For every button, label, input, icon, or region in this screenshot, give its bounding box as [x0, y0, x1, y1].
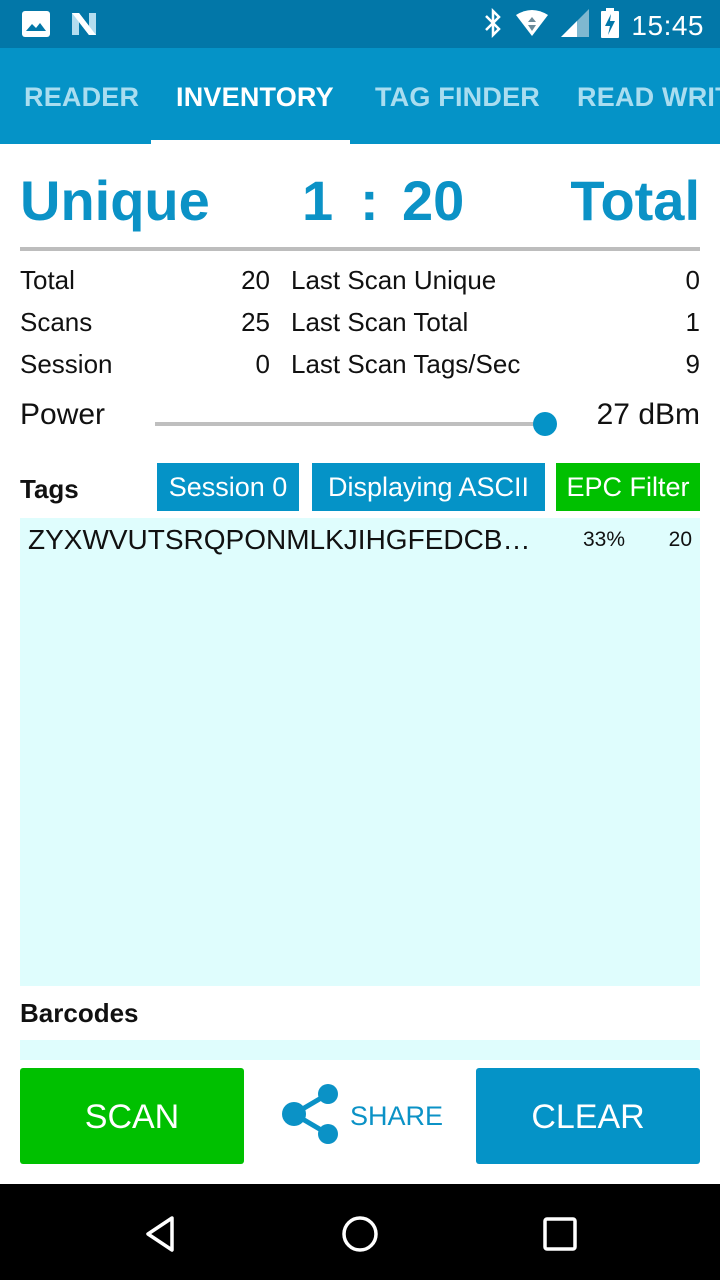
- unique-count: 1: [302, 169, 334, 232]
- cell-signal-icon: [561, 9, 590, 42]
- scan-button[interactable]: SCAN: [20, 1068, 244, 1164]
- home-button[interactable]: [338, 1212, 382, 1256]
- stat-session-value: 0: [255, 349, 270, 379]
- tab-bar: READER INVENTORY TAG FINDER READ WRITE: [0, 48, 720, 144]
- stat-session-label: Session: [20, 349, 113, 379]
- total-label: Total: [570, 169, 700, 232]
- stat-last-scan-unique-value: 0: [685, 265, 700, 295]
- power-slider[interactable]: [155, 410, 560, 438]
- wifi-icon: [515, 9, 549, 42]
- tag-percent: 33%: [583, 528, 626, 551]
- epc-filter-button[interactable]: EPC Filter: [556, 463, 700, 511]
- unique-total-ratio: Unique 1 : 20 Total: [20, 168, 700, 244]
- tag-epc: ZYXWVUTSRQPONMLKJIHGFEDCB…: [28, 524, 531, 555]
- n-notification-icon: [70, 11, 98, 42]
- tab-inventory[interactable]: INVENTORY: [176, 48, 334, 144]
- stat-last-scan-tags-sec-value: 9: [685, 349, 700, 379]
- clock: 15:45: [631, 9, 704, 41]
- power-slider-track: [155, 422, 545, 426]
- image-notification-icon: [22, 11, 50, 42]
- bluetooth-icon: [483, 7, 503, 43]
- stat-scans-value: 25: [241, 307, 270, 337]
- barcodes-list[interactable]: [20, 1040, 700, 1060]
- navigation-bar: [0, 1184, 720, 1280]
- tab-tag-finder[interactable]: TAG FINDER: [375, 48, 540, 144]
- tab-reader[interactable]: READER: [24, 48, 139, 144]
- share-label: SHARE: [350, 1100, 444, 1131]
- status-bar: 15:45: [0, 0, 720, 48]
- recents-button[interactable]: [538, 1212, 582, 1256]
- session-button[interactable]: Session 0: [157, 463, 299, 511]
- stat-scans-label: Scans: [20, 307, 93, 337]
- stat-last-scan-total-label: Last Scan Total: [291, 307, 469, 337]
- stat-last-scan-tags-sec-label: Last Scan Tags/Sec: [291, 349, 521, 379]
- tags-list[interactable]: ZYXWVUTSRQPONMLKJIHGFEDCB… 33% 20: [20, 518, 700, 986]
- share-icon: [280, 1083, 346, 1150]
- tag-count: 20: [668, 528, 692, 551]
- battery-charging-icon: [601, 8, 620, 43]
- ratio-separator: :: [360, 169, 379, 232]
- power-label: Power: [20, 398, 106, 431]
- share-button[interactable]: SHARE: [280, 1082, 450, 1150]
- power-slider-thumb[interactable]: [533, 412, 557, 436]
- power-value: 27 dBm: [596, 398, 700, 431]
- stat-last-scan-total-value: 1: [685, 307, 700, 337]
- back-icon: [146, 1216, 174, 1252]
- recents-icon: [543, 1217, 577, 1251]
- tab-read-write[interactable]: READ WRITE: [577, 48, 720, 144]
- stat-total-value: 20: [241, 265, 270, 295]
- stat-total-label: Total: [20, 265, 75, 295]
- display-mode-button[interactable]: Displaying ASCII: [312, 463, 545, 511]
- total-count: 20: [402, 169, 465, 232]
- tag-row[interactable]: ZYXWVUTSRQPONMLKJIHGFEDCB… 33% 20: [20, 518, 700, 564]
- divider: [20, 247, 700, 251]
- clear-button[interactable]: CLEAR: [476, 1068, 700, 1164]
- tags-label: Tags: [20, 474, 79, 504]
- barcodes-label: Barcodes: [20, 998, 139, 1028]
- home-icon: [342, 1216, 378, 1252]
- stat-last-scan-unique-label: Last Scan Unique: [291, 265, 497, 295]
- back-button[interactable]: [138, 1212, 182, 1256]
- unique-label: Unique: [20, 169, 210, 232]
- active-tab-indicator: [151, 140, 350, 144]
